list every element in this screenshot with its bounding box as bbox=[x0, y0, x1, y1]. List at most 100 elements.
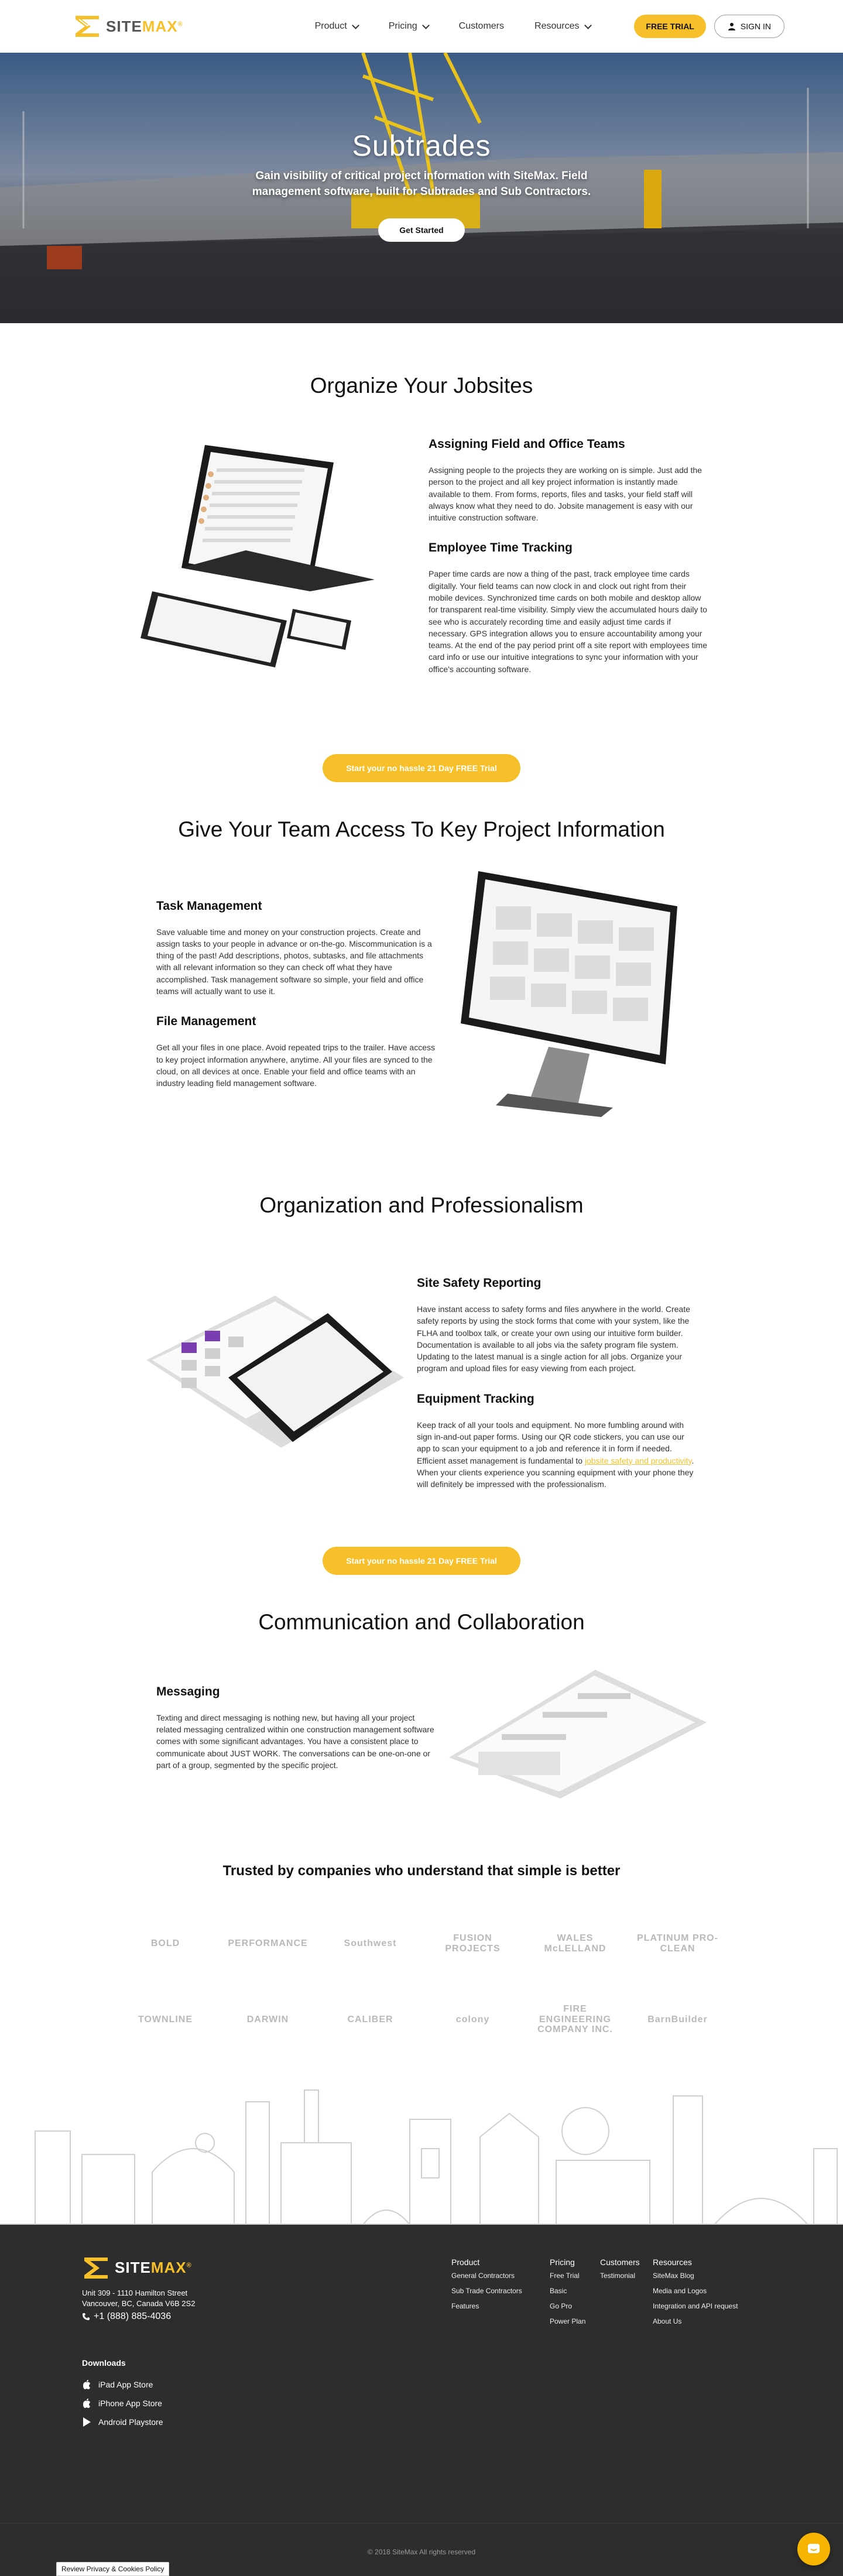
feature-body: Have instant access to safety forms and … bbox=[417, 1304, 690, 1373]
chevron-down-icon bbox=[351, 21, 359, 29]
feature-body: Assigning people to the projects they ar… bbox=[429, 465, 702, 523]
footer-col-product: Product General Contractors Sub Trade Co… bbox=[451, 2258, 539, 2435]
organization-title: Organization and Professionalism bbox=[259, 1193, 584, 1217]
sign-in-button[interactable]: SIGN IN bbox=[714, 15, 784, 38]
footer-link[interactable]: Power Plan bbox=[550, 2317, 590, 2325]
hero-subtitle: Gain visibility of critical project info… bbox=[252, 170, 591, 198]
footer-link[interactable]: Features bbox=[451, 2302, 539, 2310]
client-logo-barnbuilder: BarnBuilder bbox=[647, 2014, 708, 2025]
sitemax-logo[interactable]: SITEMAX® bbox=[73, 13, 183, 39]
footer-link[interactable]: Media and Logos bbox=[653, 2287, 758, 2295]
footer-col-heading: Customers bbox=[600, 2257, 640, 2267]
feature-body: Get all your files in one place. Avoid r… bbox=[156, 1043, 435, 1088]
footer-link[interactable]: Sub Trade Contractors bbox=[451, 2287, 539, 2295]
client-logo-fusion: FUSION PROJECTS bbox=[445, 1933, 501, 1954]
nav-resources[interactable]: Resources bbox=[534, 21, 592, 32]
apple-icon bbox=[83, 2398, 90, 2408]
footer-link[interactable]: Basic bbox=[550, 2287, 590, 2295]
feature-heading: Employee Time Tracking bbox=[429, 541, 573, 555]
ipad-app-store-link[interactable]: iPad App Store bbox=[82, 2379, 195, 2390]
communication-section: Communication and Collaboration Messagin… bbox=[0, 1575, 843, 1799]
footer-link[interactable]: About Us bbox=[653, 2317, 758, 2325]
footer-link[interactable]: Integration and API request bbox=[653, 2302, 758, 2310]
copyright: © 2018 SiteMax All rights reserved bbox=[367, 2547, 476, 2556]
client-logo-colony: colony bbox=[455, 2014, 490, 2025]
free-trial-button[interactable]: FREE TRIAL bbox=[634, 15, 706, 38]
client-logo-caliber: CALIBER bbox=[347, 2014, 393, 2025]
footer-col-heading: Resources bbox=[653, 2257, 692, 2267]
client-logo-bold: BOLD bbox=[150, 1938, 180, 1948]
city-illustration bbox=[0, 2089, 843, 2225]
nav-product[interactable]: Product bbox=[315, 21, 359, 32]
apple-icon bbox=[83, 2379, 90, 2389]
address: Unit 309 - 1110 Hamilton Street Vancouve… bbox=[82, 2288, 196, 2308]
footer-link[interactable]: Go Pro bbox=[550, 2302, 590, 2310]
hero-section: Subtrades Gain visibility of critical pr… bbox=[0, 53, 843, 323]
client-logo-darwin: DARWIN bbox=[246, 2014, 289, 2025]
footer-logo[interactable]: SITEMAX® bbox=[82, 2255, 195, 2281]
feature-body: Texting and direct messaging is nothing … bbox=[156, 1712, 434, 1770]
footer-link[interactable]: Testimonial bbox=[600, 2272, 642, 2280]
site-footer: SITEMAX® Unit 309 - 1110 Hamilton Street… bbox=[0, 2224, 843, 2576]
feature-heading: Equipment Tracking bbox=[417, 1392, 534, 1406]
get-started-button[interactable]: Get Started bbox=[378, 218, 465, 242]
logo-wordmark: SITEMAX® bbox=[115, 2259, 192, 2277]
feature-heading: Site Safety Reporting bbox=[417, 1276, 542, 1290]
downloads-title: Downloads bbox=[82, 2358, 126, 2368]
jobsites-title: Organize Your Jobsites bbox=[310, 374, 533, 398]
feature-heading: Assigning Field and Office Teams bbox=[429, 437, 625, 451]
android-playstore-link[interactable]: Android Playstore bbox=[82, 2417, 195, 2427]
footer-link[interactable]: General Contractors bbox=[451, 2272, 539, 2280]
jobsites-section: Organize Your Jobsites Assigning Field a… bbox=[0, 323, 843, 782]
play-store-icon bbox=[83, 2417, 91, 2427]
sitemax-logo-icon bbox=[76, 16, 99, 37]
nav-pricing[interactable]: Pricing bbox=[389, 21, 430, 32]
organization-section: Organization and Professionalism Site Sa… bbox=[0, 1117, 843, 1575]
iphone-app-store-link[interactable]: iPhone App Store bbox=[82, 2398, 195, 2409]
chevron-down-icon bbox=[422, 21, 430, 29]
free-trial-cta-button[interactable]: Start your no hassle 21 Day FREE Trial bbox=[323, 754, 520, 782]
main-nav: Product Pricing Customers Resources bbox=[315, 21, 592, 32]
footer-col-resources: Resources SiteMax Blog Media and Logos I… bbox=[653, 2258, 758, 2435]
site-header: SITEMAX® Product Pricing Customers Resou… bbox=[0, 0, 843, 53]
free-trial-cta-button[interactable]: Start your no hassle 21 Day FREE Trial bbox=[323, 1546, 520, 1575]
chat-icon bbox=[808, 2543, 820, 2553]
footer-col-pricing: Pricing Free Trial Basic Go Pro Power Pl… bbox=[550, 2258, 590, 2435]
feature-body: Save valuable time and money on your con… bbox=[156, 927, 432, 996]
client-logo-townline: TOWNLINE bbox=[138, 2014, 193, 2025]
feature-heading: Task Management bbox=[156, 899, 262, 913]
access-section: Give Your Team Access To Key Project Inf… bbox=[0, 782, 843, 1117]
communication-title: Communication and Collaboration bbox=[258, 1609, 585, 1634]
phone-number[interactable]: +1 (888) 885-4036 bbox=[82, 2311, 195, 2322]
feature-body: Keep track of all your tools and equipme… bbox=[417, 1420, 694, 1489]
safety-productivity-link[interactable]: jobsite safety and productivity bbox=[585, 1456, 692, 1465]
footer-col-customers: Customers Testimonial bbox=[600, 2258, 642, 2435]
user-icon bbox=[728, 23, 735, 30]
chat-widget-button[interactable] bbox=[797, 2532, 830, 2565]
desktop-monitor-image bbox=[461, 871, 677, 1117]
footer-link[interactable]: Free Trial bbox=[550, 2272, 590, 2280]
chevron-down-icon bbox=[584, 21, 592, 29]
footer-col-heading: Pricing bbox=[550, 2257, 575, 2267]
feature-body: Paper time cards are now a thing of the … bbox=[429, 569, 707, 674]
client-logo-southwest: Southwest bbox=[344, 1938, 397, 1948]
client-logo-performance: PERFORMANCE bbox=[228, 1938, 308, 1948]
phone-messaging-image bbox=[449, 1669, 707, 1799]
feature-heading: Messaging bbox=[156, 1684, 220, 1698]
footer-col-heading: Product bbox=[451, 2257, 480, 2267]
footer-link[interactable]: SiteMax Blog bbox=[653, 2272, 758, 2280]
phone-tablet-image bbox=[146, 1295, 404, 1448]
client-logo-wales: WALES McLELLAND bbox=[544, 1933, 606, 1954]
privacy-policy-button[interactable]: Review Privacy & Cookies Policy bbox=[56, 2561, 170, 2576]
trusted-title: Trusted by companies who understand that… bbox=[222, 1862, 621, 1879]
trusted-section: Trusted by companies who understand that… bbox=[0, 1799, 843, 2037]
sitemax-logo-icon bbox=[84, 2257, 108, 2279]
client-logo-fire-engineering: FIRE ENGINEERING COMPANY INC. bbox=[537, 2004, 613, 2035]
laptop-tablet-phone-image bbox=[140, 445, 375, 667]
hero-title: Subtrades bbox=[352, 129, 491, 162]
nav-customers[interactable]: Customers bbox=[459, 21, 504, 32]
feature-heading: File Management bbox=[156, 1015, 256, 1029]
client-logo-platinum: PLATINUM PRO-CLEAN bbox=[637, 1933, 718, 1954]
access-title: Give Your Team Access To Key Project Inf… bbox=[178, 817, 665, 841]
logo-wordmark: SITEMAX® bbox=[106, 17, 183, 35]
